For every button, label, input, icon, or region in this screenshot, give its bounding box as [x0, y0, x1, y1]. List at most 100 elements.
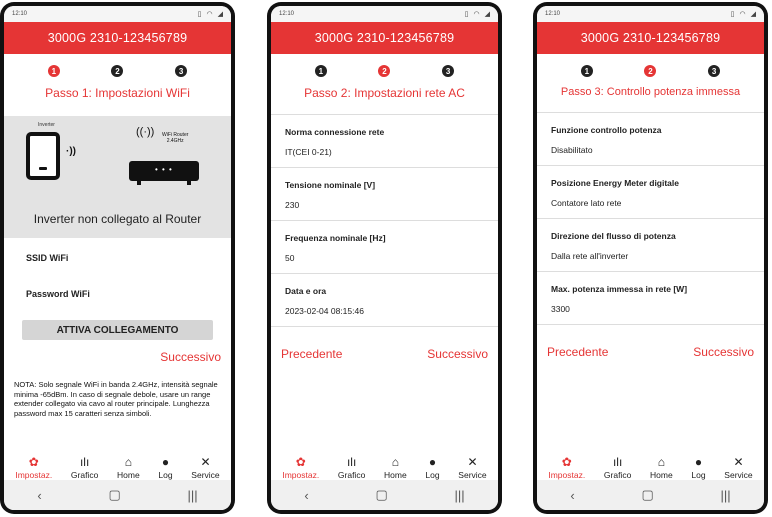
tab-settings[interactable]: ✿ Impostaz. [15, 455, 52, 480]
step-indicator: 1 2 3 [537, 54, 764, 77]
tab-chart[interactable]: ılı Grafico [604, 455, 631, 480]
step-indicator: 1 2 3 [4, 54, 231, 77]
back-icon[interactable]: ‹ [304, 488, 308, 503]
tab-label: Impostaz. [548, 470, 586, 480]
vibrate-icon: ▯ [197, 11, 202, 18]
tab-label: Service [458, 470, 487, 480]
tab-settings[interactable]: ✿ Impostaz. [282, 455, 319, 480]
item-label: Max. potenza immessa in rete [W] [551, 284, 688, 294]
next-button[interactable]: Successivo [693, 345, 754, 359]
tab-home[interactable]: ⌂ Home [650, 455, 673, 480]
item-value: 230 [285, 200, 300, 210]
tab-label: Log [425, 470, 440, 480]
step-3-dot: 3 [708, 65, 721, 77]
back-icon[interactable]: ‹ [570, 488, 574, 503]
tab-log[interactable]: ● Log [158, 455, 172, 480]
signal-waves-icon: ·)) [66, 146, 76, 157]
power-flow-direction-item[interactable]: Direzione del flusso di potenza Dalla re… [537, 219, 764, 272]
phone-screen-2: 12:10 ▯ ◠ ◢ 3000G 2310-123456789 1 2 3 P… [267, 2, 502, 514]
recents-icon[interactable]: ||| [187, 488, 197, 503]
item-value: Contatore lato rete [551, 198, 622, 208]
recents-icon[interactable]: ||| [720, 488, 730, 503]
bottom-tabbar: ✿ Impostaz. ılı Grafico ⌂ Home ● Log ✕ S… [537, 440, 764, 480]
date-time-item[interactable]: Data e ora 2023-02-04 08:15:46 [271, 274, 498, 327]
step-1-dot: 1 [314, 65, 327, 77]
tab-service[interactable]: ✕ Service [724, 455, 752, 480]
item-label: Funzione controllo potenza [551, 125, 662, 135]
item-value: 3300 [551, 304, 570, 314]
step-1-dot: 1 [47, 65, 60, 77]
item-label: Tensione nominale [V] [285, 180, 376, 190]
router-icon: • • • [129, 161, 199, 181]
chart-icon: ılı [346, 455, 357, 469]
energy-meter-position-item[interactable]: Posizione Energy Meter digitale Contator… [537, 166, 764, 219]
connection-diagram: Inverter ·)) ((·)) WiFi Router 2.4GHz • … [4, 116, 231, 238]
step-3-dot: 3 [175, 65, 188, 77]
home-icon: ⌂ [391, 455, 399, 469]
home-icon: ⌂ [657, 455, 665, 469]
back-icon[interactable]: ‹ [37, 488, 41, 503]
tab-label: Service [724, 470, 753, 480]
info-icon: ● [161, 455, 170, 469]
system-navbar: ‹ ▢ ||| [271, 480, 498, 510]
tab-label: Grafico [70, 470, 99, 480]
nominal-frequency-item[interactable]: Frequenza nominale [Hz] 50 [271, 221, 498, 274]
home-icon: ⌂ [124, 455, 132, 469]
previous-button[interactable]: Precedente [547, 345, 608, 359]
tab-chart[interactable]: ılı Grafico [71, 455, 98, 480]
tab-label: Service [191, 470, 220, 480]
step-2-dot: 2 [644, 65, 657, 77]
wifi-icon: ◠ [206, 11, 213, 18]
wifi-signal-icon: ((·)) [136, 126, 155, 138]
step-3-dot: 3 [442, 65, 455, 77]
inverter-label: Inverter [38, 122, 55, 128]
tab-settings[interactable]: ✿ Impostaz. [548, 455, 585, 480]
nominal-voltage-item[interactable]: Tensione nominale [V] 230 [271, 168, 498, 221]
vibrate-icon: ▯ [730, 11, 735, 18]
router-label: WiFi Router 2.4GHz [162, 132, 188, 144]
status-time: 12:10 [279, 11, 295, 17]
tab-label: Home [650, 470, 673, 480]
inverter-icon [26, 132, 60, 180]
grid-standard-item[interactable]: Norma connessione rete IT(CEI 0-21) [271, 115, 498, 168]
page-title: 3000G 2310-123456789 [537, 22, 764, 54]
home-circle-icon[interactable]: ▢ [108, 487, 120, 503]
status-bar: 12:10 ▯ ◠ ◢ [271, 6, 498, 22]
chart-icon: ılı [612, 455, 623, 469]
password-label: Password WiFi [26, 289, 90, 299]
step-2-dot: 2 [111, 65, 124, 77]
previous-button[interactable]: Precedente [281, 347, 342, 361]
tab-home[interactable]: ⌂ Home [384, 455, 407, 480]
info-icon: ● [694, 455, 703, 469]
step-2-dot: 2 [378, 65, 391, 77]
max-feed-in-power-item[interactable]: Max. potenza immessa in rete [W] 3300 [537, 272, 764, 325]
home-circle-icon[interactable]: ▢ [641, 487, 653, 503]
step-indicator: 1 2 3 [271, 54, 498, 77]
tab-log[interactable]: ● Log [691, 455, 705, 480]
phone-screen-1: 12:10 ▯ ◠ ◢ 3000G 2310-123456789 1 2 3 P… [0, 2, 235, 514]
vibrate-icon: ▯ [464, 11, 469, 18]
power-control-function-item[interactable]: Funzione controllo potenza Disabilitato [537, 113, 764, 166]
tab-service[interactable]: ✕ Service [191, 455, 219, 480]
wifi-icon: ◠ [739, 11, 746, 18]
item-label: Norma connessione rete [285, 127, 385, 137]
tab-home[interactable]: ⌂ Home [117, 455, 140, 480]
item-label: Frequenza nominale [Hz] [285, 233, 386, 243]
phone-screen-3: 12:10 ▯ ◠ ◢ 3000G 2310-123456789 1 2 3 P… [533, 2, 768, 514]
activate-connection-button[interactable]: ATTIVA COLLEGAMENTO [22, 320, 213, 340]
system-navbar: ‹ ▢ ||| [537, 480, 764, 510]
tab-log[interactable]: ● Log [425, 455, 439, 480]
item-value: Dalla rete all'inverter [551, 251, 629, 261]
bottom-tabbar: ✿ Impostaz. ılı Grafico ⌂ Home ● Log ✕ S… [4, 440, 231, 480]
item-label: Data e ora [285, 286, 327, 296]
next-button[interactable]: Successivo [4, 340, 231, 364]
screen-wifi-settings: 12:10 ▯ ◠ ◢ 3000G 2310-123456789 1 2 3 P… [4, 6, 231, 510]
home-circle-icon[interactable]: ▢ [375, 487, 387, 503]
next-button[interactable]: Successivo [427, 347, 488, 361]
ssid-field[interactable]: SSID WiFi [4, 240, 231, 276]
step-title: Passo 2: Impostazioni rete AC [304, 86, 465, 100]
tab-chart[interactable]: ılı Grafico [338, 455, 365, 480]
password-field[interactable]: Password WiFi [4, 276, 231, 312]
tab-service[interactable]: ✕ Service [458, 455, 486, 480]
recents-icon[interactable]: ||| [454, 488, 464, 503]
